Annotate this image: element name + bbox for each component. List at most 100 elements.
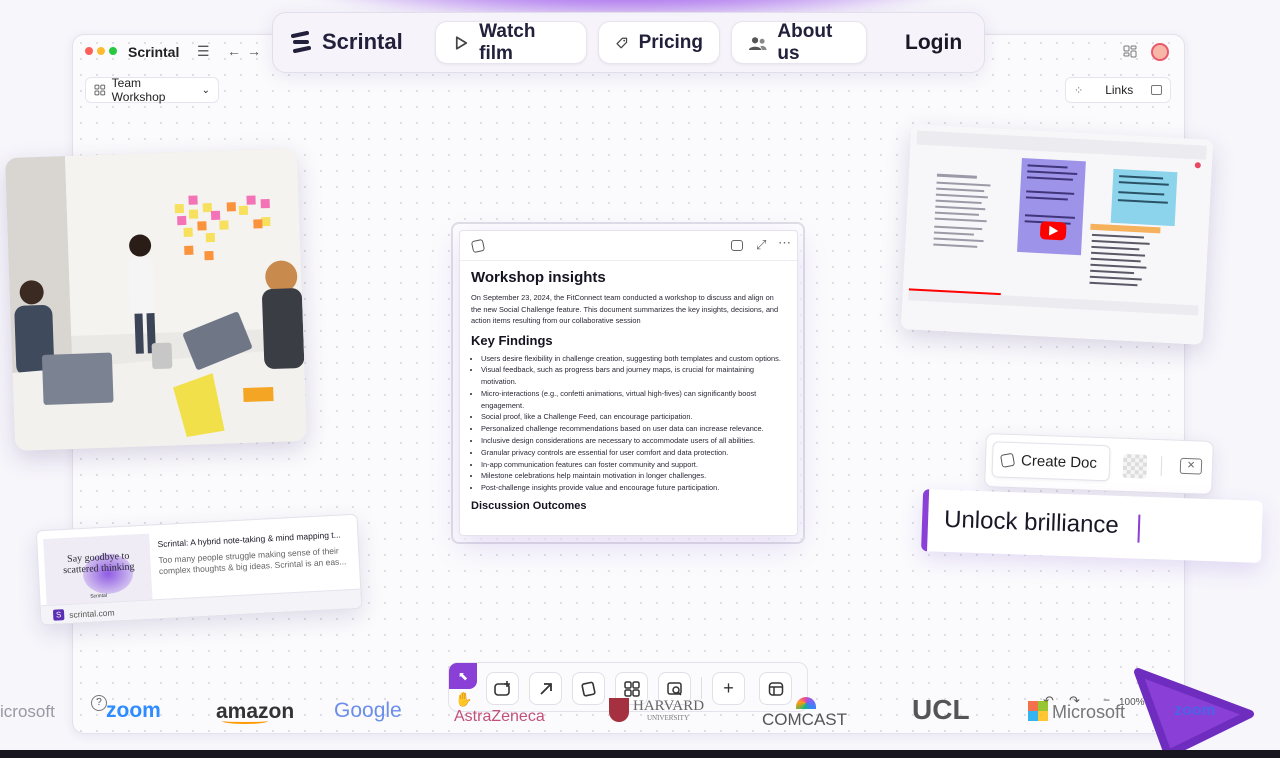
more-icon[interactable]: ⋯ — [778, 235, 791, 251]
workshop-photo[interactable] — [4, 147, 308, 452]
forward-icon[interactable]: → — [247, 43, 261, 59]
play-icon — [455, 35, 468, 50]
list-item: Micro-interactions (e.g., confetti anima… — [481, 388, 786, 412]
tag-icon — [616, 37, 628, 48]
headline-text: Unlock brilliance — [943, 505, 1120, 539]
layout-panel-icon — [768, 681, 783, 696]
select-tool-icon[interactable]: ⬉ — [449, 663, 477, 689]
video-thumbnail — [900, 124, 1214, 345]
help-icon[interactable]: ? — [91, 695, 107, 711]
add-image-button[interactable] — [486, 672, 519, 705]
delete-icon[interactable]: ✕ — [1179, 457, 1203, 475]
list-item: Personalized challenge recommendations b… — [481, 423, 786, 435]
doc-header: ⤢ ⋯ — [460, 231, 797, 261]
search-icon — [666, 681, 682, 696]
templates-icon — [623, 680, 640, 697]
grid-icon[interactable] — [1123, 45, 1137, 59]
link-domain: scrintal.com — [68, 607, 115, 620]
list-item: In-app communication features can foster… — [481, 459, 786, 471]
workshop-illustration — [4, 147, 308, 452]
bottom-edge — [0, 750, 1280, 758]
add-card-button[interactable] — [572, 672, 605, 705]
expand-icon[interactable]: ⤢ — [756, 237, 766, 253]
scrintal-favicon-icon: S — [52, 609, 65, 621]
watch-film-button[interactable]: Watch film — [435, 21, 587, 64]
list-item: Inclusive design considerations are nece… — [481, 435, 786, 447]
doc-title: Workshop insights — [471, 269, 606, 286]
links-label: Links — [1105, 83, 1134, 97]
top-nav: Scrintal Watch film Pricing About us Log… — [272, 12, 985, 73]
harvard-sub: UNIVERSITY — [647, 714, 689, 722]
create-doc-widget: Create Doc ✕ — [984, 433, 1214, 495]
chevron-down-icon: ⌄ — [201, 84, 210, 96]
maximize-dot[interactable] — [109, 47, 117, 55]
findings-list: Users desire flexibility in challenge cr… — [471, 353, 786, 495]
window-title: Scrintal — [128, 44, 180, 60]
google-logo: Google — [334, 699, 402, 722]
create-doc-label: Create Doc — [1020, 451, 1098, 472]
close-dot[interactable] — [85, 47, 93, 55]
list-item: Granular privacy controls are essential … — [481, 447, 786, 459]
workspace-selector[interactable]: Team Workshop ⌄ — [85, 76, 219, 104]
panel-icon — [1151, 85, 1162, 95]
add-image-icon — [493, 680, 510, 696]
comcast-logo: COMCAST — [762, 710, 847, 729]
doc-icon — [1000, 452, 1016, 468]
menu-icon[interactable]: ☰ — [197, 43, 210, 60]
card-icon — [580, 681, 596, 697]
divider — [1160, 456, 1163, 477]
doc-intro: On September 23, 2024, the FitConnect te… — [471, 293, 779, 325]
hand-tool-icon[interactable]: ✋ — [455, 691, 472, 708]
harvard-shield-icon — [609, 698, 629, 722]
amazon-smile-icon — [222, 718, 268, 724]
add-button[interactable]: + — [712, 672, 745, 705]
workspace-icon — [94, 84, 106, 96]
list-item: Social proof, like a Challenge Feed, can… — [481, 411, 786, 423]
layout-icon[interactable] — [731, 240, 743, 251]
ucl-logo: UCL — [912, 694, 970, 725]
workspace-name: Team Workshop — [111, 76, 166, 104]
microsoft-windows-icon — [1028, 701, 1048, 721]
back-icon[interactable]: ← — [227, 43, 241, 59]
thumbnail-brand: Scrintal — [90, 592, 108, 600]
text-caret — [1137, 514, 1141, 543]
microsoft-logo-partial: icrosoft — [0, 702, 55, 721]
minimize-dot[interactable] — [97, 47, 105, 55]
link-thumbnail: Say goodbye to scattered thinking Scrint… — [43, 533, 153, 606]
video-card[interactable] — [900, 124, 1214, 345]
headline-text-card[interactable]: Unlock brilliance — [921, 489, 1263, 563]
transparent-color-swatch[interactable] — [1122, 453, 1148, 479]
list-item: Milestone celebrations help maintain mot… — [481, 470, 786, 482]
workshop-doc[interactable]: ⤢ ⋯ Workshop insights On September 23, 2… — [459, 230, 798, 536]
microsoft-logo: Microsoft — [1052, 702, 1126, 722]
key-findings-heading: Key Findings — [471, 332, 553, 348]
avatar[interactable] — [1151, 43, 1169, 61]
accent-bar — [921, 489, 930, 552]
link-description: Too many people struggle making sense of… — [158, 545, 347, 577]
connect-arrow-button[interactable] — [529, 672, 562, 705]
astrazeneca-logo: AstraZeneca — [454, 708, 545, 725]
login-link[interactable]: Login — [905, 31, 962, 55]
zoom-logo-overlay: zoom — [1174, 702, 1216, 719]
links-button[interactable]: ⁘ Links — [1065, 77, 1171, 103]
create-doc-button[interactable]: Create Doc — [991, 441, 1111, 482]
about-us-label: About us — [777, 20, 833, 64]
about-us-button[interactable]: About us — [731, 21, 867, 64]
layout-button[interactable] — [759, 672, 792, 705]
link-preview-card[interactable]: Say goodbye to scattered thinking Scrint… — [35, 513, 363, 626]
arrow-icon — [539, 682, 552, 695]
brand-name: Scrintal — [322, 29, 403, 54]
list-item: Visual feedback, such as progress bars a… — [481, 364, 786, 388]
list-item: Users desire flexibility in challenge cr… — [481, 353, 786, 365]
discussion-outcomes-heading: Discussion Outcomes — [471, 500, 587, 513]
brand[interactable]: Scrintal — [289, 29, 403, 55]
pricing-button[interactable]: Pricing — [598, 21, 720, 64]
harvard-logo: HARVARD — [633, 698, 705, 714]
links-icon: ⁘ — [1074, 84, 1084, 97]
doc-type-icon — [470, 238, 486, 254]
toolbar-divider — [701, 677, 702, 699]
list-item: Post-challenge insights provide value an… — [481, 482, 786, 494]
pricing-label: Pricing — [638, 31, 703, 53]
watch-film-label: Watch film — [479, 20, 536, 64]
scrintal-logo-icon — [291, 31, 311, 53]
